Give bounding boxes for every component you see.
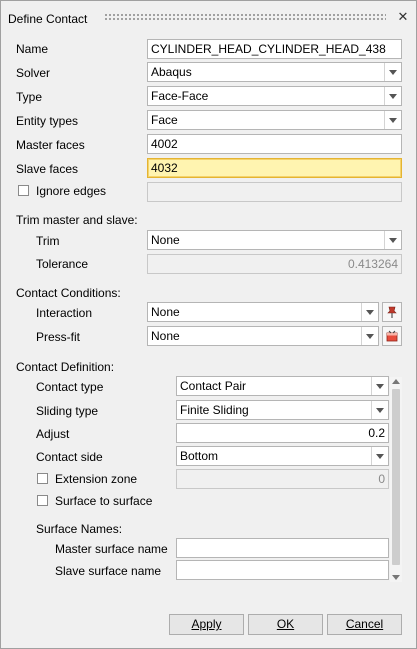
master-surface-name-label: Master surface name — [55, 542, 168, 556]
conditions-section-heading: Contact Conditions: — [16, 286, 121, 300]
press-fit-value: None — [151, 329, 180, 343]
surface-to-surface-checkbox[interactable] — [37, 495, 48, 506]
chevron-down-icon[interactable] — [384, 63, 401, 81]
chevron-down-icon[interactable] — [371, 377, 388, 395]
contact-type-label: Contact type — [36, 380, 104, 394]
sliding-type-select[interactable]: Finite Sliding — [176, 400, 389, 420]
type-select[interactable]: Face-Face — [147, 86, 402, 106]
contact-side-select[interactable]: Bottom — [176, 446, 389, 466]
pushpin-icon — [387, 306, 397, 318]
chevron-down-icon[interactable] — [371, 447, 388, 465]
cancel-button[interactable]: Cancel — [327, 614, 402, 635]
slave-surface-name-input[interactable] — [176, 560, 389, 580]
master-surface-name-input[interactable] — [176, 538, 389, 558]
ok-button[interactable]: OK — [248, 614, 323, 635]
tolerance-label: Tolerance — [36, 257, 89, 271]
scroll-up-icon[interactable] — [392, 379, 400, 384]
type-value: Face-Face — [151, 89, 209, 103]
chevron-down-icon[interactable] — [384, 231, 401, 249]
chevron-down-icon[interactable] — [384, 87, 401, 105]
contact-type-value: Contact Pair — [180, 379, 247, 393]
extension-zone-checkbox[interactable] — [37, 473, 48, 484]
extension-zone-input: 0 — [176, 469, 389, 489]
solver-label: Solver — [16, 66, 51, 80]
definition-scrollbar[interactable] — [390, 377, 402, 582]
ignore-edges-label: Ignore edges — [36, 184, 107, 198]
panel-title: Define Contact — [8, 12, 88, 26]
contact-side-value: Bottom — [180, 449, 219, 463]
trim-value: None — [151, 233, 180, 247]
contact-side-label: Contact side — [36, 450, 103, 464]
interaction-value: None — [151, 305, 180, 319]
interaction-select[interactable]: None — [147, 302, 379, 322]
press-fit-label: Press-fit — [36, 330, 81, 344]
close-icon[interactable]: ✕ — [396, 9, 410, 25]
press-fit-select[interactable]: None — [147, 326, 379, 346]
press-fit-add-button[interactable] — [382, 326, 402, 346]
chevron-down-icon[interactable] — [361, 303, 378, 321]
interaction-label: Interaction — [36, 306, 93, 320]
entity-types-value: Face — [151, 113, 178, 127]
solver-value: Abaqus — [151, 65, 192, 79]
type-label: Type — [16, 90, 43, 104]
chevron-down-icon[interactable] — [371, 401, 388, 419]
tolerance-input: 0.413264 — [147, 254, 402, 274]
chevron-down-icon[interactable] — [384, 111, 401, 129]
name-input[interactable]: CYLINDER_HEAD_CYLINDER_HEAD_438 — [147, 39, 402, 59]
adjust-input[interactable]: 0.2 — [176, 423, 389, 443]
entity-types-select[interactable]: Face — [147, 110, 402, 130]
slave-faces-label: Slave faces — [16, 162, 79, 176]
sliding-type-label: Sliding type — [36, 404, 99, 418]
extension-zone-label: Extension zone — [55, 472, 138, 486]
slave-surface-name-label: Slave surface name — [55, 564, 162, 578]
adjust-label: Adjust — [36, 427, 70, 441]
master-faces-input[interactable]: 4002 — [147, 134, 402, 154]
scroll-down-icon[interactable] — [392, 575, 400, 580]
surface-names-heading: Surface Names: — [36, 522, 123, 536]
solver-select[interactable]: Abaqus — [147, 62, 402, 82]
scrollbar-thumb[interactable] — [392, 389, 400, 565]
contact-type-select[interactable]: Contact Pair — [176, 376, 389, 396]
chevron-down-icon[interactable] — [361, 327, 378, 345]
trim-select[interactable]: None — [147, 230, 402, 250]
entity-types-label: Entity types — [16, 114, 79, 128]
surface-to-surface-label: Surface to surface — [55, 494, 153, 508]
trim-section-heading: Trim master and slave: — [16, 213, 138, 227]
apply-button[interactable]: Apply — [169, 614, 244, 635]
create-icon — [386, 330, 398, 342]
definition-section-heading: Contact Definition: — [16, 360, 115, 374]
ignore-edges-input — [147, 182, 402, 202]
interaction-pick-button[interactable] — [382, 302, 402, 322]
define-contact-panel: Define Contact ✕ Name CYLINDER_HEAD_CYLI… — [0, 0, 417, 649]
drag-grip[interactable] — [104, 13, 386, 21]
ignore-edges-checkbox[interactable] — [18, 185, 29, 196]
master-faces-label: Master faces — [16, 138, 85, 152]
slave-faces-input[interactable]: 4032 — [147, 158, 402, 178]
sliding-type-value: Finite Sliding — [180, 403, 249, 417]
name-label: Name — [16, 42, 49, 56]
trim-label: Trim — [36, 234, 60, 248]
